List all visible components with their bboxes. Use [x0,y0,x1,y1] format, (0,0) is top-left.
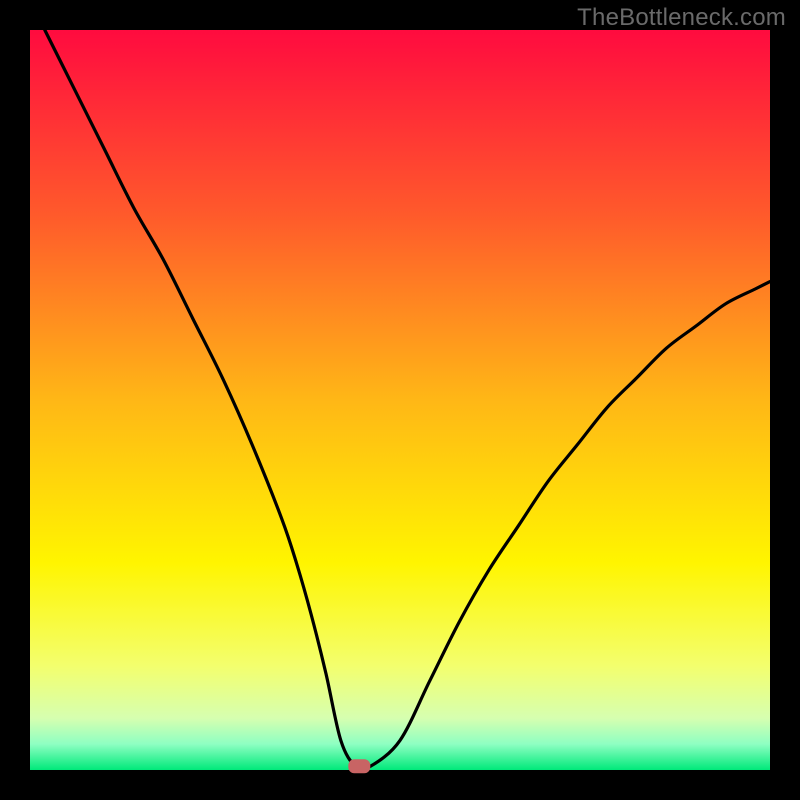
chart-frame: { "watermark": "TheBottleneck.com", "cha… [0,0,800,800]
optimal-marker [348,759,370,773]
watermark-text: TheBottleneck.com [577,4,786,32]
plot-background [30,30,770,770]
chart-svg [0,0,800,800]
